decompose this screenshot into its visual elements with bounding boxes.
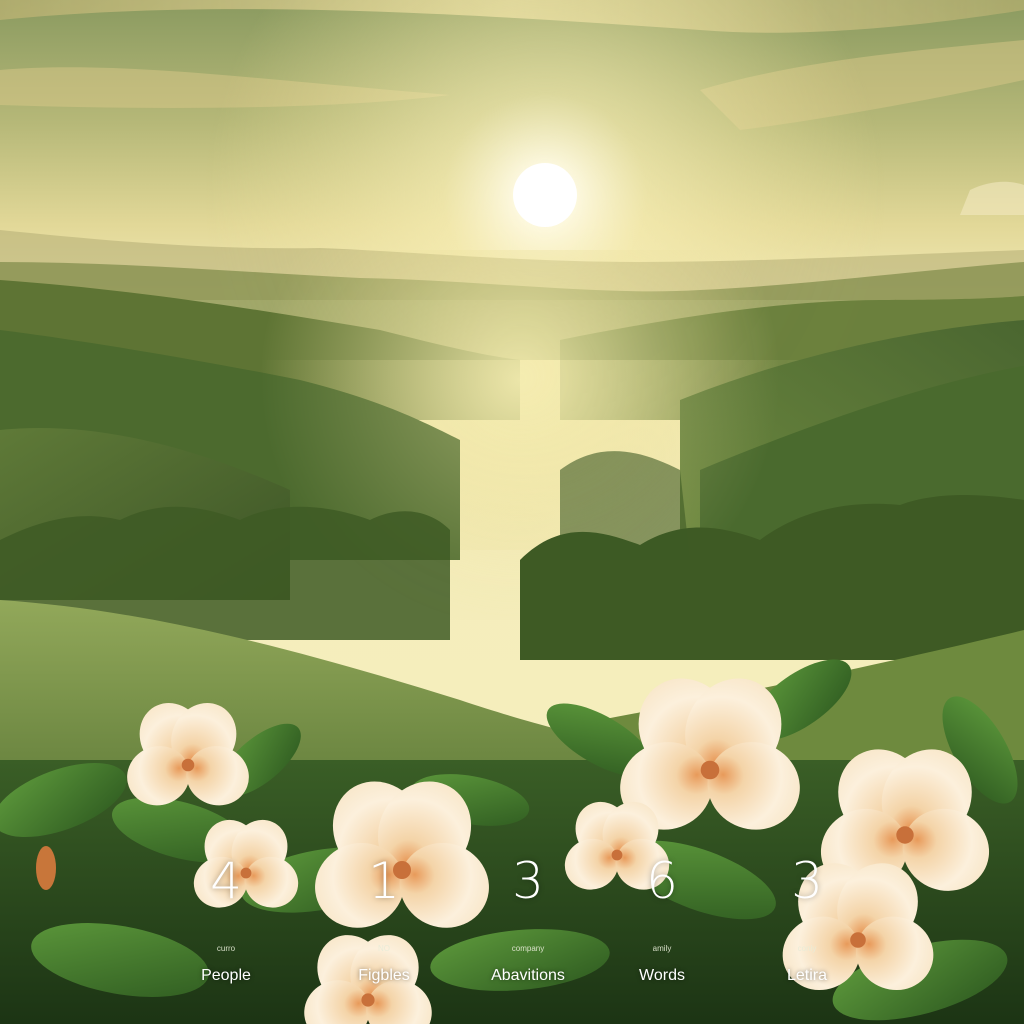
stat-number: 4 [210, 852, 242, 910]
stat-item: 3 company Abavitions [458, 852, 598, 984]
stat-item: 6 amily Words [592, 852, 732, 984]
stat-caption: coniy [797, 944, 817, 953]
stat-number: 3 [791, 852, 823, 910]
stat-caption: curro [216, 944, 236, 953]
stats-overlay: 4 curro People 1 NO Figbles 3 company Ab… [0, 0, 1024, 1024]
stat-label: Letira [786, 967, 828, 984]
stat-label: Abavitions [491, 967, 565, 984]
stat-number: 1 [368, 852, 400, 910]
stat-caption: company [511, 944, 545, 953]
stat-item: 3 coniy Letira [737, 852, 877, 984]
stat-item: 1 NO Figbles [314, 852, 454, 984]
stat-label: Words [639, 967, 685, 984]
stat-number: 3 [512, 852, 544, 910]
stat-label: People [201, 967, 251, 984]
stat-caption: amily [652, 944, 672, 953]
stat-number: 6 [646, 852, 678, 910]
landscape-scene: 4 curro People 1 NO Figbles 3 company Ab… [0, 0, 1024, 1024]
stat-label: Figbles [358, 967, 410, 984]
stat-caption: NO [378, 944, 390, 953]
stat-item: 4 curro People [156, 852, 296, 984]
